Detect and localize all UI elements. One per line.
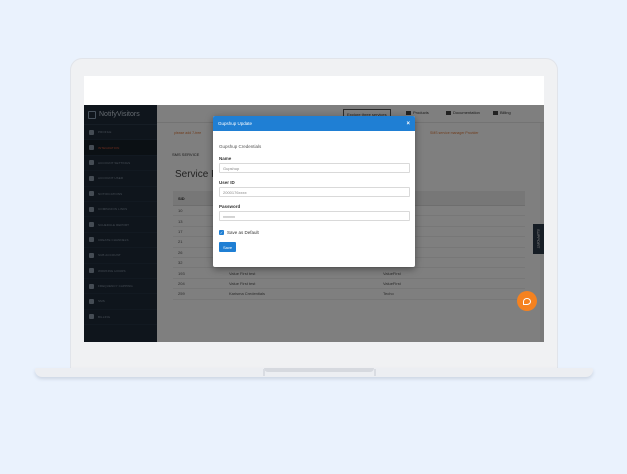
password-label: Password	[219, 204, 241, 209]
base-seam-right	[374, 369, 376, 376]
save-default-row[interactable]: ✓ Save as Default	[219, 230, 259, 235]
user-id-input[interactable]: 2000176xxxx	[219, 187, 410, 197]
dialog-subtitle: Gupshup Credentials	[219, 144, 262, 149]
save-button[interactable]: Save	[219, 242, 236, 252]
save-default-label: Save as Default	[227, 230, 259, 235]
dialog-header: Gupshup Update ×	[213, 116, 415, 131]
name-input[interactable]: Gupshup	[219, 163, 410, 173]
base-seam-left	[263, 369, 265, 376]
name-label: Name	[219, 156, 232, 161]
chat-button[interactable]	[517, 291, 537, 311]
laptop-notch	[264, 368, 374, 372]
password-input[interactable]: xxxxxx	[219, 211, 410, 221]
laptop-screen: NotifyVisitors PROFILE INTEGRATION ACCOU…	[84, 76, 544, 342]
gupshup-update-dialog: Gupshup Update × Gupshup Credentials Nam…	[213, 116, 415, 267]
chat-icon	[523, 297, 531, 305]
save-default-checkbox[interactable]: ✓	[219, 230, 224, 235]
close-icon[interactable]: ×	[406, 121, 410, 127]
app-window: NotifyVisitors PROFILE INTEGRATION ACCOU…	[84, 105, 544, 342]
dialog-title: Gupshup Update	[218, 121, 253, 126]
user-id-label: User ID	[219, 180, 235, 185]
